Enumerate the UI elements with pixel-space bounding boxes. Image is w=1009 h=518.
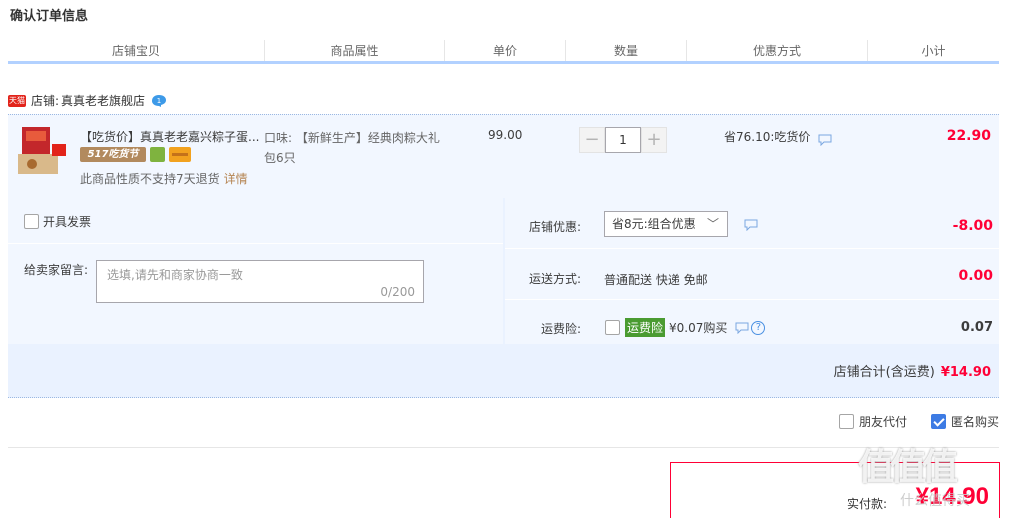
no-return-text: 此商品性质不支持7天退货 [80,172,220,186]
friend-pay-option[interactable]: 朋友代付 [838,413,907,430]
insurance-option[interactable]: 运费险 ¥0.07购买 ? [605,318,766,337]
column-header-shop-item: 店铺宝贝 [8,40,265,61]
insurance-badge: 运费险 [625,318,666,337]
friend-pay-checkbox[interactable] [838,414,854,429]
divider [8,243,503,244]
service-icon [150,147,165,162]
divider [8,447,999,448]
shop-promo-select[interactable]: 省8元:组合优惠 ﹀ [604,211,728,237]
attribute-line: 口味: 【新鲜生产】经典肉粽大礼 [264,131,440,145]
payment-label: 实付款: [847,497,888,511]
payment-options: 朋友代付 匿名购买 [815,413,999,430]
column-header-unit-price: 单价 [445,40,566,61]
help-icon[interactable]: ? [751,320,766,335]
quantity-stepper: − 1 + [579,127,667,153]
shipping-row: 运送方式: 普通配送 快递 免邮 0.00 [505,249,999,300]
quantity-decrease-button[interactable]: − [579,127,605,153]
no-return-notice: 此商品性质不支持7天退货 详情 [80,170,248,187]
shop-promo-row: 店铺优惠: 省8元:组合优惠 ﹀ -8.00 [505,198,999,249]
insurance-price: ¥0.07购买 [669,321,728,335]
shop-name-link[interactable]: 真真老老旗舰店 [61,92,145,109]
invoice-checkbox[interactable] [24,214,39,229]
product-title-link[interactable]: 【吃货价】真真老老嘉兴粽子蛋... [80,128,260,145]
divider [8,397,999,398]
page-title: 确认订单信息 [10,9,89,24]
detail-link[interactable]: 详情 [224,172,248,186]
wangwang-chat-icon[interactable]: 1 [151,94,168,108]
card-payment-icon [169,147,191,162]
shop-total-amount: ¥14.90 [940,365,991,380]
column-header-row: 店铺宝贝 商品属性 单价 数量 优惠方式 小计 [8,40,999,64]
insurance-value: 0.07 [960,320,993,335]
shop-line: 天猫 店铺: 真真老老旗舰店 1 [8,92,168,109]
quantity-increase-button[interactable]: + [641,127,667,153]
message-placeholder: 选填,请先和商家协商一致 [107,268,243,282]
watermark-logo: 值值值 [858,447,958,488]
shop-promo-value: -8.00 [952,218,993,234]
anonymous-option[interactable]: 匿名购买 [930,413,999,430]
anonymous-checkbox[interactable] [930,414,946,429]
order-item-row: 【吃货价】真真老老嘉兴粽子蛋... 517吃货节 此商品性质不支持7天退货 详情 … [8,114,999,198]
order-details-section: 开具发票 给卖家留言: 选填,请先和商家协商一致 0/200 店铺优惠: 省8元… [8,198,999,398]
svg-text:1: 1 [157,97,161,105]
insurance-checkbox[interactable] [605,320,620,335]
order-summary-pane: 店铺优惠: 省8元:组合优惠 ﹀ -8.00 运送方式: 普通配送 快递 免邮 … [505,198,999,344]
shop-promo-label: 店铺优惠: [529,220,582,234]
anonymous-label: 匿名购买 [950,415,999,429]
shipping-insurance-row: 运费险: 运费险 ¥0.07购买 ? 0.07 [505,300,999,351]
shop-total: 店铺合计(含运费) ¥14.90 [834,361,991,380]
friend-pay-label: 朋友代付 [858,415,907,429]
product-attributes: 口味: 【新鲜生产】经典肉粽大礼 包6只 [264,128,464,168]
product-thumbnail[interactable] [18,124,68,176]
insurance-label: 运费险: [541,322,582,336]
message-char-count: 0/200 [380,285,415,299]
column-header-attributes: 商品属性 [265,40,445,61]
invoice-label: 开具发票 [43,215,92,229]
column-header-discount: 优惠方式 [687,40,868,61]
column-header-subtotal: 小计 [921,44,946,58]
comment-icon[interactable] [735,322,749,334]
item-discount-text: 省76.10:吃货价 [724,130,811,144]
attribute-line: 包6只 [264,151,296,165]
shipping-method: 普通配送 快递 免邮 [604,273,708,287]
shipping-fee: 0.00 [958,268,993,284]
message-label: 给卖家留言: [24,263,89,277]
unit-price: 99.00 [488,128,523,142]
chevron-down-icon: ﹀ [706,217,719,231]
item-subtotal: 22.90 [946,128,991,144]
comment-icon[interactable] [744,219,758,231]
promo-tags: 517吃货节 [80,147,191,162]
message-textarea[interactable]: 选填,请先和商家协商一致 0/200 [96,260,424,303]
tmall-icon: 天猫 [8,94,26,107]
shipping-label: 运送方式: [529,272,582,286]
watermark-subtitle: 什么值得买 [900,493,970,509]
promo-517-tag: 517吃货节 [80,147,146,162]
shop-total-label: 店铺合计(含运费) [833,365,935,380]
invoice-option[interactable]: 开具发票 [24,213,91,230]
shop-promo-selected: 省8元:组合优惠 [612,217,696,231]
column-header-quantity: 数量 [566,40,687,61]
quantity-input[interactable]: 1 [605,127,641,153]
comment-icon[interactable] [818,134,832,146]
shop-label: 店铺: [31,94,60,108]
buyer-options-pane: 开具发票 给卖家留言: 选填,请先和商家协商一致 0/200 [8,198,503,344]
